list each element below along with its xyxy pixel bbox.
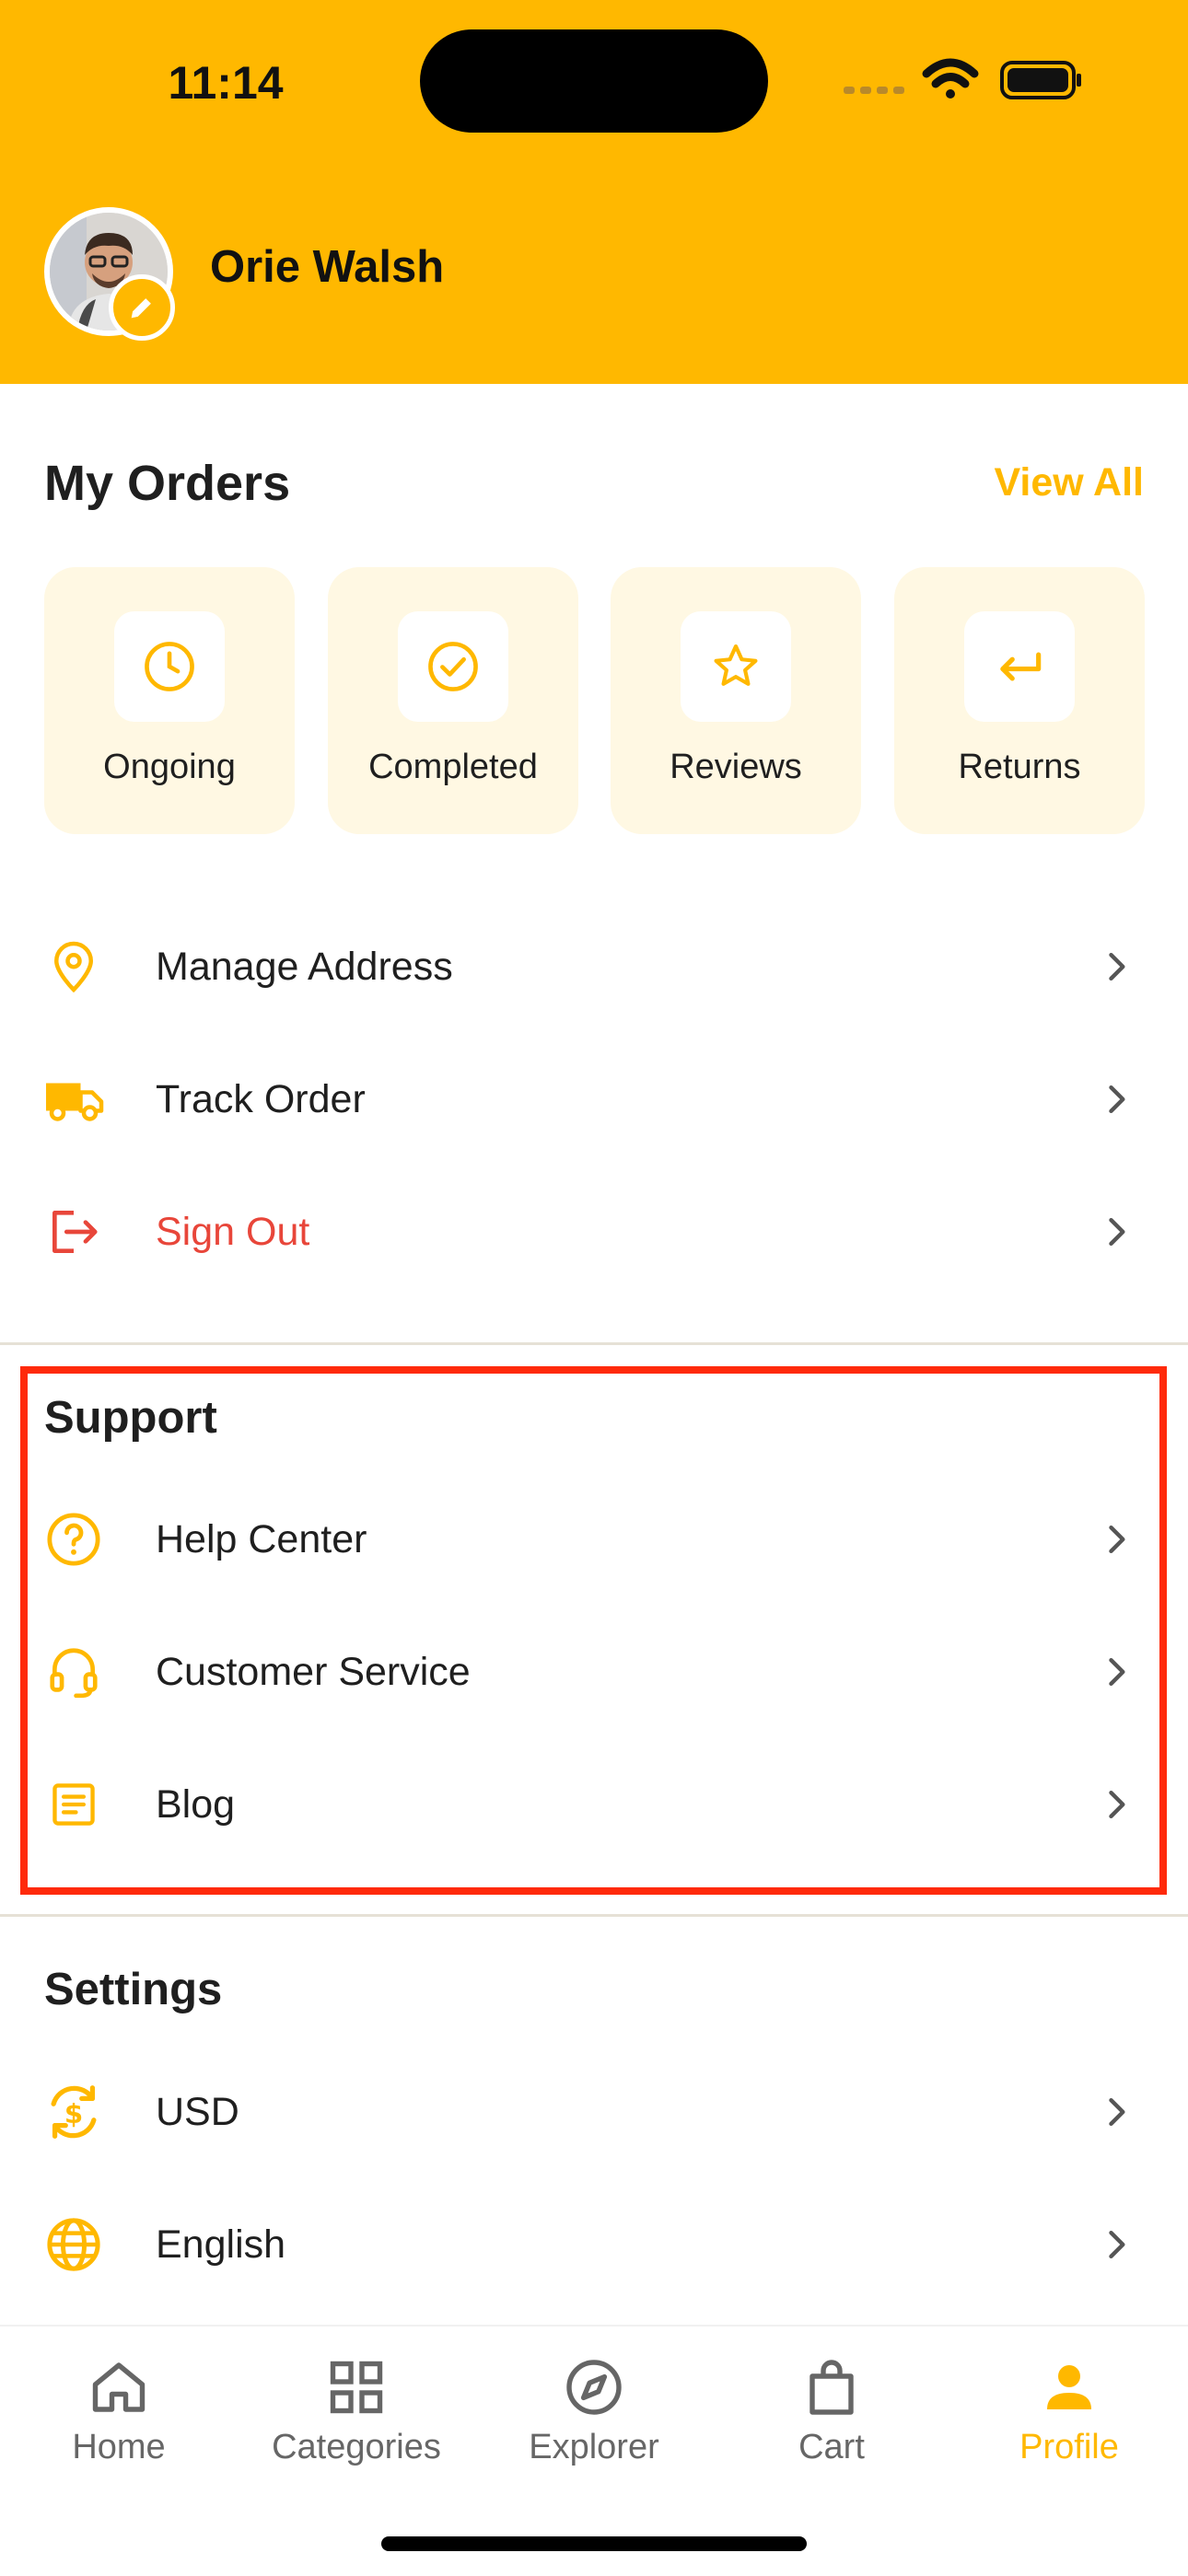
check-circle-icon: [428, 642, 478, 691]
tab-explorer[interactable]: Explorer: [475, 2354, 713, 2492]
battery-icon: [1000, 61, 1081, 99]
order-returns-card[interactable]: Returns: [894, 567, 1145, 834]
order-reviews-card[interactable]: Reviews: [611, 567, 861, 834]
location-pin-icon: [53, 941, 94, 993]
view-all-link[interactable]: View All: [994, 460, 1144, 505]
grid-icon: [330, 2361, 383, 2414]
settings-title: Settings: [44, 1965, 223, 2014]
person-icon: [1047, 2365, 1091, 2409]
menu-item-language[interactable]: English: [0, 2178, 1188, 2311]
section-divider: [0, 1342, 1188, 1345]
tab-profile-label: Profile: [1019, 2428, 1119, 2466]
truck-icon-wrap: [41, 1066, 107, 1132]
order-ongoing-label: Ongoing: [103, 748, 236, 786]
return-arrow-icon: [1000, 652, 1042, 681]
tab-categories-label: Categories: [272, 2428, 441, 2466]
tab-profile[interactable]: Profile: [950, 2354, 1188, 2492]
my-orders-title: My Orders: [44, 456, 291, 511]
star-icon: [714, 644, 758, 686]
wifi-icon: [922, 58, 979, 99]
order-ongoing-card[interactable]: Ongoing: [44, 567, 295, 834]
svg-text:$: $: [64, 2098, 83, 2129]
order-completed-card[interactable]: Completed: [328, 567, 578, 834]
edit-avatar-button[interactable]: [109, 274, 175, 341]
tab-categories[interactable]: Categories: [238, 2354, 475, 2492]
currency-exchange-icon-wrap: $: [41, 2079, 107, 2145]
menu-item-track-order[interactable]: Track Order: [0, 1033, 1188, 1166]
status-icons: [844, 58, 1081, 99]
status-time: 11:14: [168, 57, 284, 109]
tab-cart[interactable]: Cart: [713, 2354, 950, 2492]
order-returns-label: Returns: [958, 748, 1081, 786]
profile-name: Orie Walsh: [210, 242, 445, 292]
dynamic-island: [420, 29, 768, 133]
location-pin-icon-wrap: [41, 934, 107, 1000]
order-ongoing-icon-box: [114, 611, 225, 722]
chevron-right-icon: [1109, 1085, 1125, 1114]
order-returns-icon-box: [964, 611, 1075, 722]
order-completed-icon-box: [398, 611, 508, 722]
globe-icon: [47, 2218, 100, 2271]
order-reviews-label: Reviews: [670, 748, 802, 786]
menu-label-track-order: Track Order: [156, 1077, 366, 1121]
order-completed-label: Completed: [368, 748, 538, 786]
menu-label-sign-out: Sign Out: [156, 1210, 310, 1254]
tab-home[interactable]: Home: [0, 2354, 238, 2492]
sign-out-icon-wrap: [41, 1199, 107, 1265]
clock-icon: [145, 642, 194, 691]
menu-label-language: English: [156, 2222, 286, 2267]
currency-exchange-icon: $: [51, 2085, 97, 2139]
menu-label-currency: USD: [156, 2090, 239, 2134]
menu-item-manage-address[interactable]: Manage Address: [0, 900, 1188, 1033]
chevron-right-icon: [1109, 1217, 1125, 1247]
tab-cart-label: Cart: [798, 2428, 865, 2466]
menu-item-currency[interactable]: $ USD: [0, 2046, 1188, 2178]
chevron-right-icon: [1109, 2097, 1125, 2127]
order-reviews-icon-box: [681, 611, 791, 722]
shopping-bag-icon: [809, 2360, 854, 2415]
globe-icon-wrap: [41, 2211, 107, 2278]
sign-out-icon: [52, 1211, 98, 1253]
tab-home-label: Home: [72, 2428, 166, 2466]
pencil-icon: [131, 298, 151, 319]
support-highlight-box: [20, 1366, 1167, 1895]
truck-icon: [46, 1083, 104, 1121]
chevron-right-icon: [1109, 2230, 1125, 2259]
chevron-right-icon: [1109, 952, 1125, 981]
tab-explorer-label: Explorer: [529, 2428, 659, 2466]
menu-item-sign-out[interactable]: Sign Out: [0, 1166, 1188, 1298]
section-divider: [0, 1914, 1188, 1917]
home-icon: [92, 2362, 146, 2412]
compass-icon: [566, 2360, 622, 2415]
cellular-signal-icon: [844, 87, 904, 94]
home-indicator: [381, 2536, 807, 2551]
menu-label-manage-address: Manage Address: [156, 945, 453, 989]
